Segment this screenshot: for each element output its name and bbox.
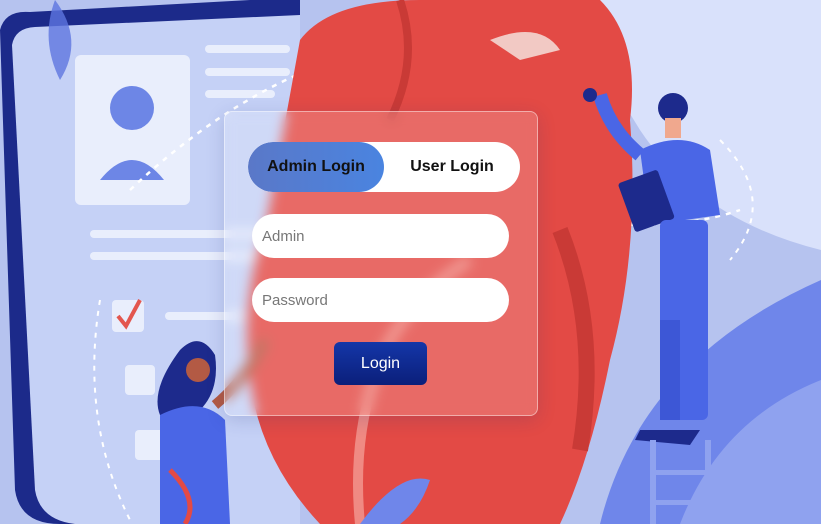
tab-user-login[interactable]: User Login <box>384 142 520 192</box>
tab-admin-login[interactable]: Admin Login <box>248 142 384 192</box>
login-type-toggle: Admin Login User Login <box>248 142 520 192</box>
login-card: Admin Login User Login Login <box>224 111 538 416</box>
login-button[interactable]: Login <box>334 342 427 385</box>
username-input[interactable] <box>252 214 509 258</box>
password-input[interactable] <box>252 278 509 322</box>
